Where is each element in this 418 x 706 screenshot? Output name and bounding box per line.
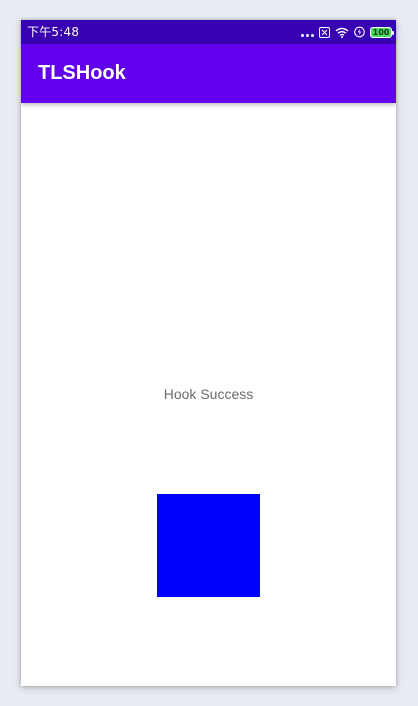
main-content: Hook Success [21, 103, 396, 686]
hook-status-text: Hook Success [163, 386, 254, 402]
status-bar: 下午5:48 100 [21, 20, 396, 44]
more-dots-icon [301, 27, 314, 37]
status-icons: 100 [301, 23, 394, 42]
battery-icon: 100 [370, 26, 394, 38]
sim-card-icon [319, 23, 330, 42]
wifi-icon [335, 23, 349, 42]
app-bar: TLSHook [21, 44, 396, 103]
phone-screen: 下午5:48 100 TLSHook Hook Success [21, 20, 396, 686]
blue-square [157, 494, 260, 597]
charging-icon [354, 23, 365, 42]
status-time: 下午5:48 [27, 25, 80, 39]
app-title: TLSHook [38, 62, 126, 84]
